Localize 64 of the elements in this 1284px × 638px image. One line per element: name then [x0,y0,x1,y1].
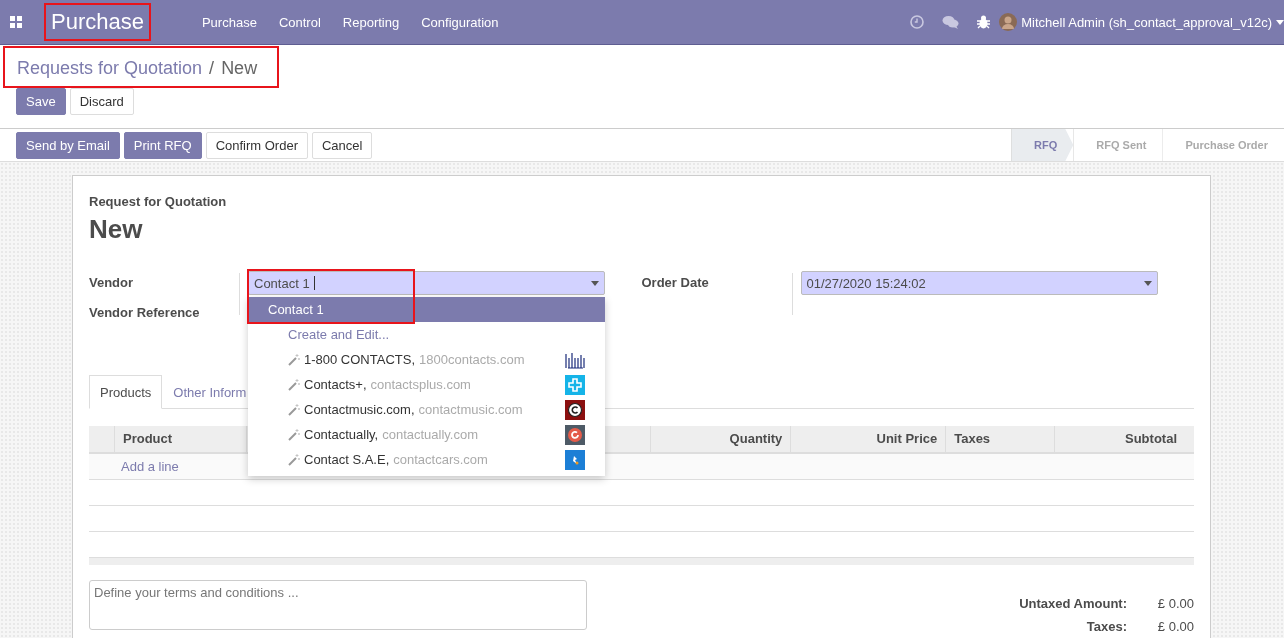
menu-item[interactable]: Purchase [190,14,268,30]
menu-item[interactable]: Reporting [331,14,411,30]
form-button[interactable]: Save [16,88,66,115]
avatar-icon [999,13,1018,31]
dropdown-option[interactable]: Contact 1 [248,297,605,322]
terms-field[interactable]: Define your terms and conditions ... [89,580,587,630]
action-button[interactable]: Confirm Order [205,131,308,159]
user-menu[interactable]: Mitchell Admin (sh_contact_approval_v12c) [999,13,1284,31]
caret-icon [1143,280,1152,286]
company-domain: contactsplus.com [370,377,471,392]
column-header[interactable]: Subtotal [1054,426,1194,452]
caret-icon [591,280,599,286]
action-button[interactable]: Cancel [312,131,373,159]
total-label: Taxes: [1086,619,1127,634]
column-header[interactable]: Unit Price [790,426,946,452]
company-name[interactable]: 1-800 CONTACTS, [304,352,415,367]
company-name[interactable]: Contactually, [304,427,379,442]
company-name[interactable]: Contact S.A.E, [304,452,390,467]
column-header[interactable]: Quantity [650,426,791,452]
chat-icon[interactable] [942,15,960,29]
magic-wand-icon [288,353,300,366]
breadcrumb-link[interactable]: Requests for Quotation [17,58,203,79]
action-button[interactable]: Print RFQ [123,131,202,159]
breadcrumb-separator: / [209,58,215,79]
menu-item[interactable]: Configuration [410,14,510,30]
company-logo-icon [565,399,585,420]
company-logo-icon [565,424,585,445]
company-domain: 1800contacts.com [419,352,525,367]
bug-icon[interactable] [977,15,991,29]
notebook-tab[interactable]: Products [89,375,163,409]
caret-icon [1276,19,1284,25]
app-title: Purchase [44,3,151,41]
date-field[interactable]: 01/27/2020 15:24:02 [800,271,1158,295]
magic-wand-icon [288,378,300,391]
form-title: New [89,214,144,245]
form-subtitle: Request for Quotation [89,194,228,209]
total-value: £ 0.00 [1157,619,1194,634]
action-button[interactable]: Send by Email [16,131,120,159]
company-logo-icon [565,449,585,470]
company-domain: contactcars.com [393,452,488,467]
clock-icon[interactable] [910,15,925,29]
field-label: Vendor Reference [89,304,201,322]
add-line-link[interactable]: Add a line [89,459,179,474]
field-label: Order Date [641,274,710,292]
menu-item[interactable]: Control [267,14,332,30]
notebook-tab[interactable]: Other Inform [162,375,258,409]
company-domain: contactmusic.com [418,402,523,417]
company-name[interactable]: Contacts+, [304,377,367,392]
total-label: Untaxed Amount: [1019,596,1127,611]
magic-wand-icon [288,453,300,466]
status-stage[interactable]: RFQ [1011,129,1074,161]
company-logo-icon [565,374,585,395]
company-domain: contactually.com [382,427,479,442]
column-header[interactable]: Taxes [945,426,1055,452]
create-edit-option[interactable]: Create and Edit... [248,322,605,347]
magic-wand-icon [288,403,300,416]
company-name[interactable]: Contactmusic.com, [304,402,415,417]
breadcrumb-current: New [221,58,258,79]
apps-menu-icon[interactable] [10,16,22,28]
field-label: Vendor [89,274,135,292]
magic-wand-icon [288,428,300,441]
form-button[interactable]: Discard [69,88,134,115]
column-header[interactable]: Product [114,426,246,452]
total-value: £ 0.00 [1157,596,1194,611]
